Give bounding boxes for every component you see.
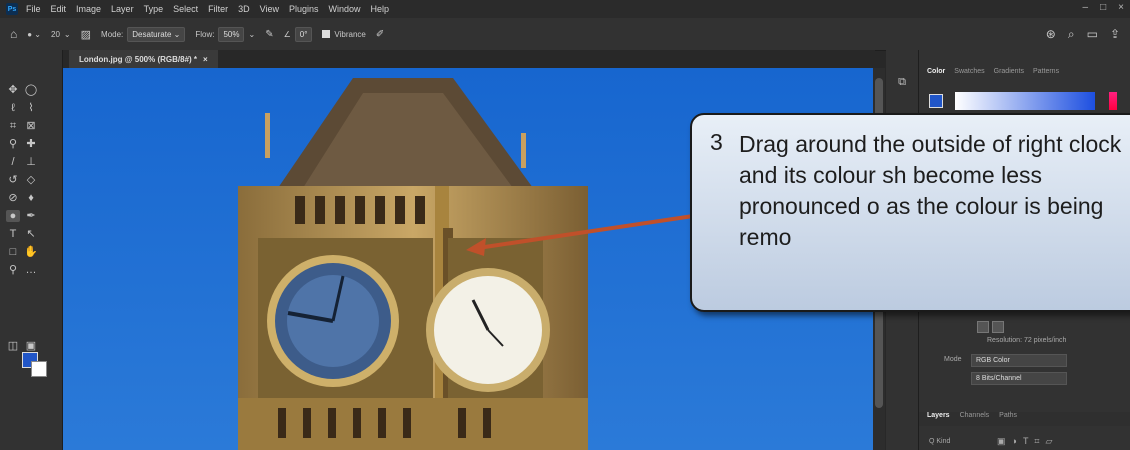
step-number: 3 — [710, 129, 723, 155]
instruction-text: Drag around the outside of right clock a… — [739, 131, 1122, 250]
instruction-callout: 3 Drag around the outside of right clock… — [690, 113, 1130, 312]
